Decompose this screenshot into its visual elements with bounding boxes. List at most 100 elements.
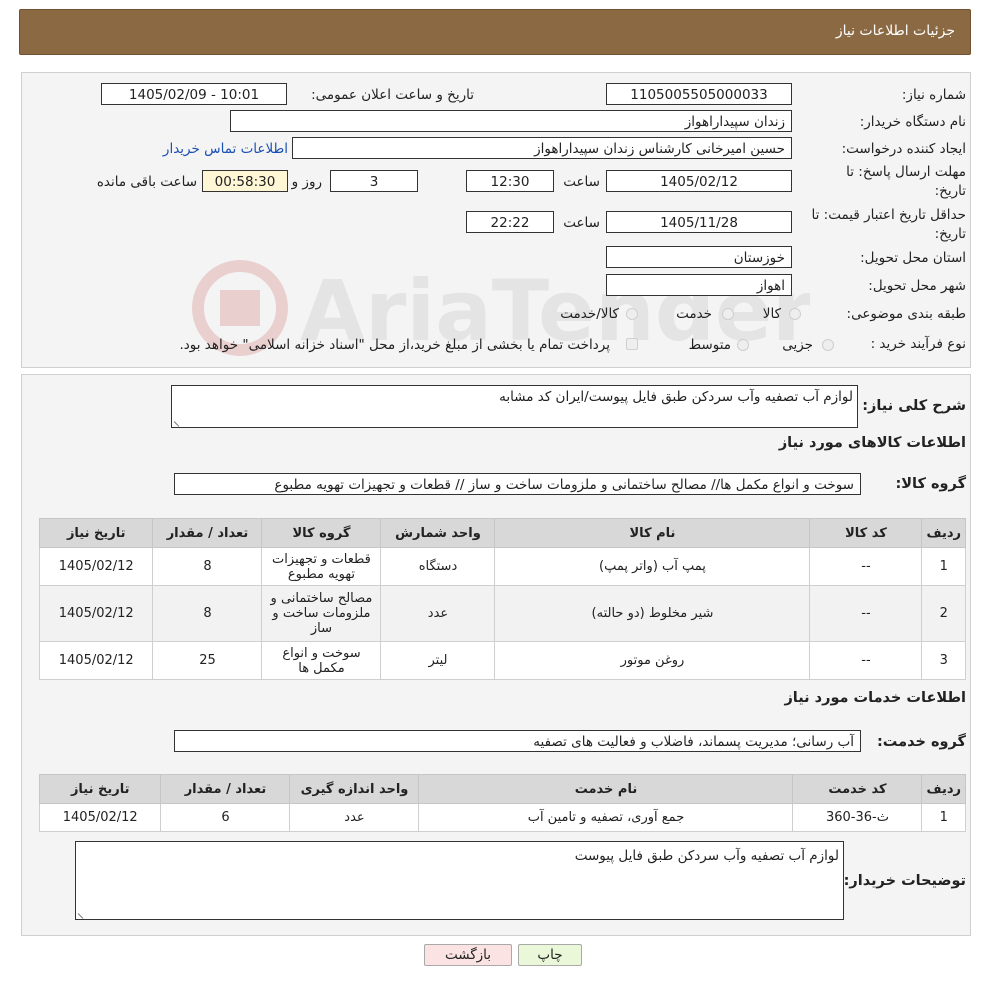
reply-deadline-date-field: 1405/02/12 — [606, 170, 792, 192]
services-col-unit: واحد اندازه گیری — [289, 774, 420, 804]
price-validity-label-date: تاریخ: — [934, 226, 966, 242]
process-medium-label: متوسط — [688, 337, 731, 353]
price-validity-label: حداقل تاریخ اعتبار قیمت: تا — [811, 207, 966, 223]
service-group-field: آب رسانی؛ مدیریت پسماند، فاضلاب و فعالیت… — [174, 730, 861, 752]
purchase-process-label: نوع فرآیند خرید : — [870, 336, 966, 352]
services-col-row: ردیف — [921, 774, 966, 804]
cell-name: روغن موتور — [494, 641, 811, 680]
category-service-label: خدمت — [676, 306, 712, 322]
services-col-name: نام خدمت — [418, 774, 794, 804]
goods-col-row: ردیف — [921, 518, 966, 548]
back-button[interactable]: بازگشت — [424, 944, 512, 966]
goods-col-code: کد کالا — [809, 518, 923, 548]
service-group-label: گروه خدمت: — [876, 734, 966, 750]
delivery-province-label: استان محل تحویل: — [860, 250, 966, 266]
category-goods-service-label: کالا/خدمت — [560, 306, 619, 322]
page-title: جزئیات اطلاعات نیاز — [835, 23, 955, 39]
reply-deadline-label: مهلت ارسال پاسخ: تا — [846, 164, 966, 180]
cell-unit: دستگاه — [380, 547, 496, 586]
remaining-time-label: ساعت باقی مانده — [96, 174, 197, 190]
goods-table-header: ردیف کد کالا نام کالا واحد شمارش گروه کا… — [38, 518, 966, 548]
cell-group: مصالح ساختمانی و ملزومات ساخت و ساز — [261, 585, 382, 642]
table-row: 1 -- پمپ آب (واتر پمپ) دستگاه قطعات و تج… — [38, 547, 966, 586]
cell-unit: لیتر — [380, 641, 496, 680]
cell-date: 1405/02/12 — [38, 803, 162, 832]
buyer-contact-link[interactable]: اطلاعات تماس خریدار — [163, 141, 288, 157]
treasury-payment-note: پرداخت تمام یا بخشی از مبلغ خرید،از محل … — [179, 337, 610, 353]
buyer-notes-label: توضیحات خریدار: — [843, 873, 966, 889]
goods-col-name: نام کالا — [494, 518, 811, 548]
cell-date: 1405/02/12 — [38, 641, 154, 680]
request-creator-label: ایجاد کننده درخواست: — [841, 141, 966, 157]
price-validity-time-field: 22:22 — [466, 211, 554, 233]
need-number-label: شماره نیاز: — [901, 87, 966, 103]
treasury-payment-checkbox[interactable] — [626, 338, 638, 350]
delivery-province-field: خوزستان — [606, 246, 792, 268]
category-goods-service-radio[interactable] — [626, 308, 638, 320]
page-header: جزئیات اطلاعات نیاز — [19, 9, 971, 55]
services-table: ردیف کد خدمت نام خدمت واحد اندازه گیری ت… — [38, 774, 966, 832]
category-service-radio[interactable] — [722, 308, 734, 320]
table-row: 1 ث-36-360 جمع آوری، تصفیه و تامین آب عد… — [38, 803, 966, 832]
request-creator-field: حسین امیرخانی کارشناس زندان سپیداراهواز — [292, 137, 792, 159]
cell-date: 1405/02/12 — [38, 547, 154, 586]
process-medium-radio[interactable] — [737, 339, 749, 351]
cell-row: 2 — [921, 585, 966, 642]
cell-unit: عدد — [289, 803, 420, 832]
cell-row: 1 — [921, 803, 966, 832]
reply-deadline-label-date: تاریخ: — [934, 183, 966, 199]
announce-datetime-label: تاریخ و ساعت اعلان عمومی: — [311, 87, 474, 103]
cell-group: قطعات و تجهیزات تهویه مطبوع — [261, 547, 382, 586]
services-col-date: تاریخ نیاز — [38, 774, 162, 804]
cell-qty: 25 — [152, 641, 263, 680]
price-validity-time-label: ساعت — [563, 215, 600, 231]
table-row: 2 -- شیر مخلوط (دو حالته) عدد مصالح ساخت… — [38, 585, 966, 642]
cell-date: 1405/02/12 — [38, 585, 154, 642]
remaining-time-field: 00:58:30 — [202, 170, 288, 192]
category-goods-label: کالا — [762, 306, 781, 322]
reply-deadline-time-label: ساعت — [563, 174, 600, 190]
goods-col-qty: تعداد / مقدار — [152, 518, 263, 548]
services-col-qty: تعداد / مقدار — [160, 774, 291, 804]
cell-name: شیر مخلوط (دو حالته) — [494, 585, 811, 642]
goods-group-field: سوخت و انواع مکمل ها// مصالح ساختمانی و … — [174, 473, 861, 495]
buyer-notes-text: لوازم آب تصفیه وآب سردکن طبق فایل پیوست — [574, 848, 839, 864]
print-button[interactable]: چاپ — [518, 944, 582, 966]
buyer-org-field: زندان سپیداراهواز — [230, 110, 792, 132]
services-col-code: کد خدمت — [792, 774, 923, 804]
cell-row: 1 — [921, 547, 966, 586]
need-summary-textarea[interactable]: لوازم آب تصفیه وآب سردکن طبق فایل پیوست/… — [171, 385, 858, 428]
need-summary-text: لوازم آب تصفیه وآب سردکن طبق فایل پیوست/… — [499, 389, 853, 405]
cell-qty: 8 — [152, 585, 263, 642]
goods-col-unit: واحد شمارش — [380, 518, 496, 548]
cell-unit: عدد — [380, 585, 496, 642]
cell-code: -- — [809, 585, 923, 642]
process-minor-label: جزیی — [782, 337, 813, 353]
delivery-city-label: شهر محل تحویل: — [868, 278, 966, 294]
process-minor-radio[interactable] — [822, 339, 834, 351]
announce-datetime-field: 1405/02/09 - 10:01 — [101, 83, 287, 105]
cell-code: -- — [809, 641, 923, 680]
remaining-days-label: روز و — [291, 174, 322, 190]
cell-code: -- — [809, 547, 923, 586]
resize-grip-icon — [77, 908, 89, 919]
delivery-city-field: اهواز — [606, 274, 792, 296]
goods-group-label: گروه کالا: — [895, 476, 966, 492]
services-section-title: اطلاعات خدمات مورد نیاز — [784, 690, 966, 706]
goods-table: ردیف کد کالا نام کالا واحد شمارش گروه کا… — [38, 518, 966, 680]
buyer-notes-textarea[interactable]: لوازم آب تصفیه وآب سردکن طبق فایل پیوست — [75, 841, 844, 920]
need-summary-label: شرح کلی نیاز: — [862, 398, 966, 414]
goods-col-group: گروه کالا — [261, 518, 382, 548]
cell-code: ث-36-360 — [792, 803, 923, 832]
cell-name: پمپ آب (واتر پمپ) — [494, 547, 811, 586]
remaining-days-field: 3 — [330, 170, 418, 192]
services-table-header: ردیف کد خدمت نام خدمت واحد اندازه گیری ت… — [38, 774, 966, 804]
reply-deadline-time-field: 12:30 — [466, 170, 554, 192]
need-number-field: 1105005505000033 — [606, 83, 792, 105]
cell-group: سوخت و انواع مکمل ها — [261, 641, 382, 680]
cell-qty: 8 — [152, 547, 263, 586]
category-goods-radio[interactable] — [789, 308, 801, 320]
table-row: 3 -- روغن موتور لیتر سوخت و انواع مکمل ه… — [38, 641, 966, 680]
cell-name: جمع آوری، تصفیه و تامین آب — [418, 803, 794, 832]
resize-grip-icon — [173, 416, 185, 427]
